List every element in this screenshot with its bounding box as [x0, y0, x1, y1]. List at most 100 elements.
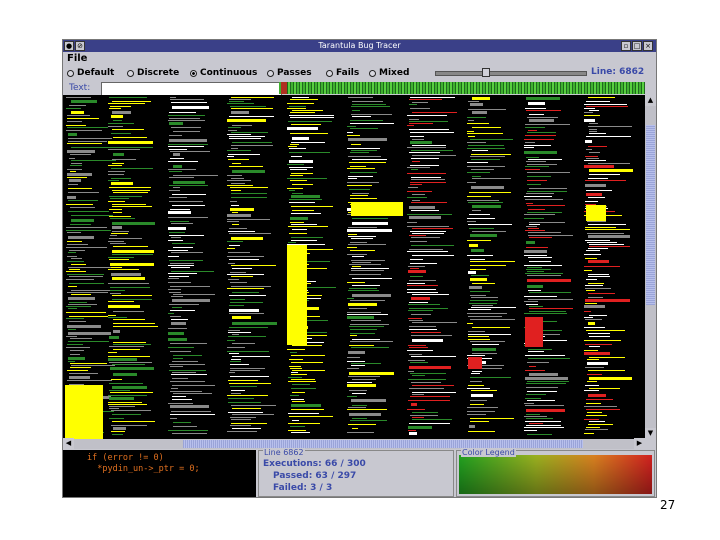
- code-line-bar: [110, 106, 131, 107]
- code-line-bar: [469, 286, 482, 289]
- code-line-bar: [409, 366, 451, 369]
- code-line-bar: [69, 373, 98, 374]
- menu-file[interactable]: File: [67, 53, 87, 64]
- file-column[interactable]: [224, 95, 277, 439]
- code-line-bar: [528, 209, 545, 210]
- mode-radio-discrete[interactable]: Discrete: [127, 67, 179, 79]
- mode-label: Continuous: [200, 68, 258, 78]
- code-line-bar: [111, 379, 122, 380]
- scroll-right-icon[interactable]: ▶: [634, 438, 645, 449]
- code-line-bar: [170, 391, 202, 392]
- code-line-bar: [232, 163, 241, 164]
- scroll-down-icon[interactable]: ▼: [645, 428, 656, 439]
- code-line-bar: [109, 259, 129, 260]
- code-line-bar: [170, 221, 189, 222]
- file-column[interactable]: [165, 95, 218, 439]
- highlight-block: [586, 205, 606, 221]
- mode-radio-fails[interactable]: Fails: [326, 67, 359, 79]
- code-line-bar: [352, 193, 369, 194]
- mode-radio-continuous[interactable]: Continuous: [190, 67, 257, 79]
- code-line-bar: [68, 329, 76, 330]
- scroll-up-icon[interactable]: ▲: [645, 95, 656, 106]
- code-line-bar: [290, 180, 307, 181]
- code-line-bar: [350, 166, 366, 167]
- file-column[interactable]: [581, 95, 633, 439]
- code-line-bar: [584, 305, 605, 308]
- code-line-bar: [472, 97, 490, 100]
- code-line-bar: [527, 176, 551, 177]
- code-line-bar: [291, 156, 302, 157]
- file-column[interactable]: [464, 95, 516, 439]
- code-line-bar: [288, 377, 302, 378]
- code-line-bar: [584, 433, 594, 434]
- code-line-bar: [232, 316, 251, 319]
- code-line-bar: [113, 330, 120, 333]
- scroll-left-icon[interactable]: ◀: [63, 438, 74, 449]
- code-line-bar: [467, 313, 507, 314]
- maximize-button[interactable]: □: [632, 41, 642, 51]
- code-line-bar: [231, 237, 263, 240]
- mode-radio-default[interactable]: Default: [67, 67, 114, 79]
- code-line-bar: [351, 238, 373, 239]
- code-line-bar: [527, 132, 556, 133]
- display-mode-group: Default Discrete Continuous Passes Fails…: [67, 67, 427, 80]
- vertical-scroll-thumb[interactable]: [646, 125, 655, 305]
- code-line-bar: [169, 260, 203, 261]
- horizontal-scroll-thumb[interactable]: [183, 440, 583, 448]
- code-line-bar: [68, 184, 78, 185]
- code-line-bar: [169, 276, 189, 277]
- text-search-input[interactable]: [101, 82, 282, 96]
- code-line-bar: [585, 180, 626, 181]
- code-line-bar: [584, 119, 595, 122]
- code-line-bar: [169, 185, 208, 186]
- code-line-bar: [588, 235, 630, 238]
- code-line-bar: [467, 323, 473, 324]
- file-column[interactable]: [105, 95, 158, 439]
- mode-radio-passes[interactable]: Passes: [267, 67, 312, 79]
- code-line-bar: [168, 273, 197, 274]
- file-column[interactable]: [404, 95, 457, 439]
- mode-radio-mixed[interactable]: Mixed: [369, 67, 409, 79]
- horizontal-scrollbar[interactable]: ◀ ▶: [63, 438, 645, 449]
- slider-thumb[interactable]: [482, 68, 490, 77]
- code-line-bar: [411, 150, 453, 151]
- code-line-bar: [173, 358, 183, 359]
- code-line-bar: [169, 135, 182, 136]
- code-line-bar: [113, 120, 122, 121]
- code-map-view[interactable]: [63, 95, 645, 439]
- close-button[interactable]: ×: [643, 41, 653, 51]
- vertical-scrollbar[interactable]: ▲ ▼: [645, 95, 656, 439]
- code-line-bar: [526, 414, 540, 415]
- code-line-bar: [66, 312, 106, 313]
- code-line-bar: [168, 217, 208, 218]
- code-line-bar: [350, 242, 367, 243]
- code-line-bar: [231, 178, 244, 179]
- execution-overview-strip[interactable]: [279, 82, 645, 94]
- code-line-bar: [108, 269, 139, 270]
- stats-legend: Line 6862: [263, 448, 305, 457]
- code-line-bar: [412, 255, 454, 256]
- code-line-bar: [171, 237, 181, 238]
- code-line-bar: [411, 245, 454, 246]
- code-line-bar: [289, 190, 295, 191]
- file-column[interactable]: [521, 95, 573, 439]
- code-line-bar: [409, 206, 435, 209]
- code-line-bar: [292, 345, 322, 346]
- minimize-button[interactable]: ▫: [621, 41, 631, 51]
- code-line-bar: [588, 163, 630, 164]
- code-line-bar: [408, 379, 446, 380]
- code-line-bar: [407, 191, 432, 192]
- code-line-bar: [348, 227, 377, 228]
- code-line-bar: [111, 168, 153, 169]
- code-line-bar: [169, 177, 194, 178]
- file-column[interactable]: [344, 95, 396, 439]
- code-line-bar: [227, 340, 235, 341]
- code-line-bar: [412, 228, 453, 229]
- line-slider[interactable]: [435, 68, 587, 77]
- code-line-bar: [110, 293, 121, 294]
- code-line-bar: [408, 266, 425, 267]
- code-line-bar: [229, 305, 244, 306]
- code-line-bar: [171, 388, 178, 389]
- code-line-bar: [171, 296, 183, 297]
- code-line-bar: [468, 224, 512, 225]
